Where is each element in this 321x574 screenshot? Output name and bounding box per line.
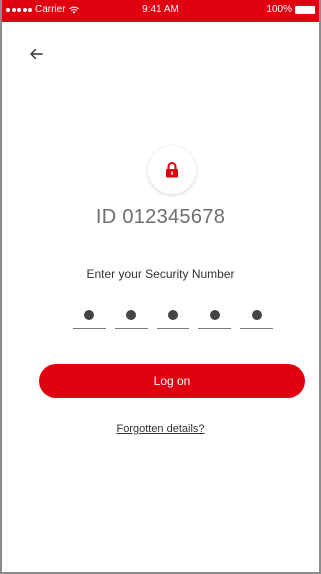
- lock-icon: [166, 162, 178, 178]
- pin-digit-3[interactable]: [156, 301, 190, 329]
- pin-digit-4[interactable]: [198, 301, 232, 329]
- pin-dot: [251, 309, 262, 320]
- arrow-left-icon: [30, 48, 43, 60]
- pin-digit-1[interactable]: [73, 301, 106, 329]
- account-id: ID 012345678: [95, 206, 226, 228]
- back-button[interactable]: [24, 42, 48, 66]
- security-number-input[interactable]: [73, 301, 273, 329]
- battery-icon: [295, 5, 315, 14]
- phone-frame: Carrier 9:41 AM 100% ID 012345678 Enter …: [0, 0, 321, 574]
- logon-button[interactable]: Log on: [39, 364, 305, 398]
- pin-dot: [126, 309, 137, 320]
- security-prompt: Enter your Security Number: [86, 267, 235, 281]
- pin-digit-2[interactable]: [114, 301, 148, 329]
- pin-dot: [84, 309, 95, 320]
- pin-digit-5[interactable]: [240, 301, 273, 329]
- forgotten-details-link[interactable]: Forgotten details?: [2, 423, 319, 435]
- pin-dot: [167, 309, 178, 320]
- status-bar: Carrier 9:41 AM 100%: [2, 0, 319, 22]
- pin-dot: [209, 309, 220, 320]
- battery-percent: 100%: [266, 4, 292, 15]
- lock-badge: [148, 146, 196, 194]
- status-right: 100%: [266, 4, 315, 15]
